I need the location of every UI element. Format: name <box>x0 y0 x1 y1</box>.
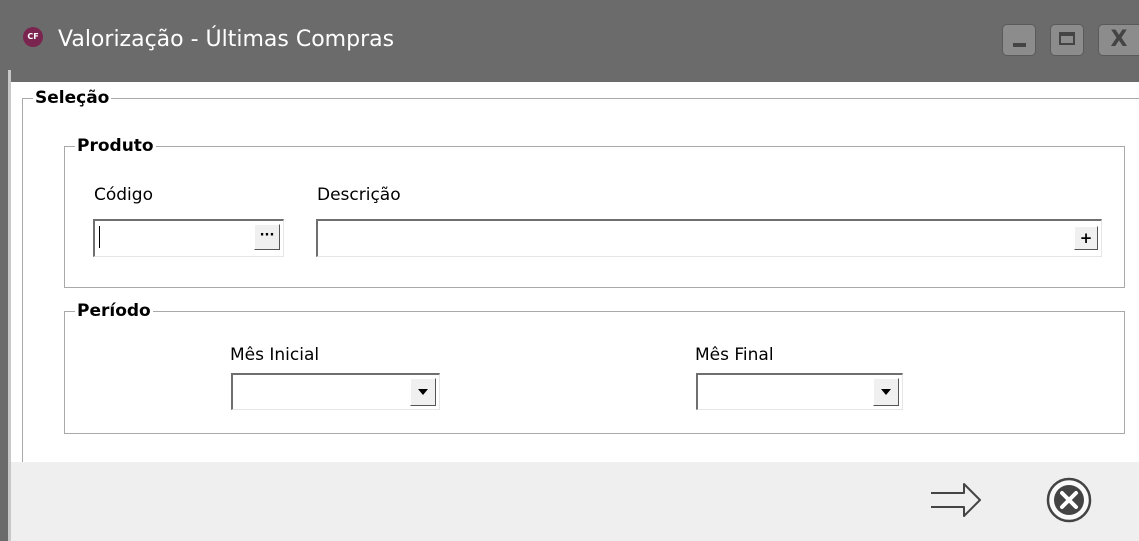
codigo-input[interactable]: ··· <box>93 219 284 257</box>
descricao-input[interactable]: + <box>316 219 1102 257</box>
close-button[interactable]: X <box>1098 24 1139 56</box>
mes-final-dropdown-button[interactable] <box>873 378 899 406</box>
mes-inicial-select[interactable] <box>231 373 440 410</box>
mes-final-select[interactable] <box>696 373 903 410</box>
confirm-button[interactable] <box>928 480 984 520</box>
codigo-lookup-button[interactable]: ··· <box>254 224 280 250</box>
chevron-down-icon <box>881 389 891 395</box>
produto-group-title: Produto <box>75 135 156 157</box>
cancel-button[interactable] <box>1045 476 1093 524</box>
minimize-button[interactable] <box>1002 24 1036 56</box>
chevron-down-icon <box>418 389 428 395</box>
mes-inicial-dropdown-button[interactable] <box>410 378 436 406</box>
maximize-button[interactable] <box>1050 24 1084 56</box>
app-icon: CF <box>23 27 43 47</box>
cancel-icon <box>1046 477 1092 523</box>
window-left-border <box>0 70 8 541</box>
produto-group-border <box>64 146 1125 288</box>
mes-inicial-label: Mês Inicial <box>230 345 320 365</box>
periodo-group-border <box>64 311 1125 434</box>
title-bar: CF Valorização - Últimas Compras X <box>0 0 1139 82</box>
selecao-group-title: Seleção <box>33 87 112 109</box>
window-title: Valorização - Últimas Compras <box>58 27 395 52</box>
arrow-right-icon <box>931 483 981 517</box>
codigo-label: Código <box>94 185 153 205</box>
periodo-group-title: Período <box>75 300 153 322</box>
descricao-label: Descrição <box>317 185 401 205</box>
text-caret <box>99 226 100 248</box>
descricao-add-button[interactable]: + <box>1074 226 1098 250</box>
mes-final-label: Mês Final <box>695 345 774 365</box>
